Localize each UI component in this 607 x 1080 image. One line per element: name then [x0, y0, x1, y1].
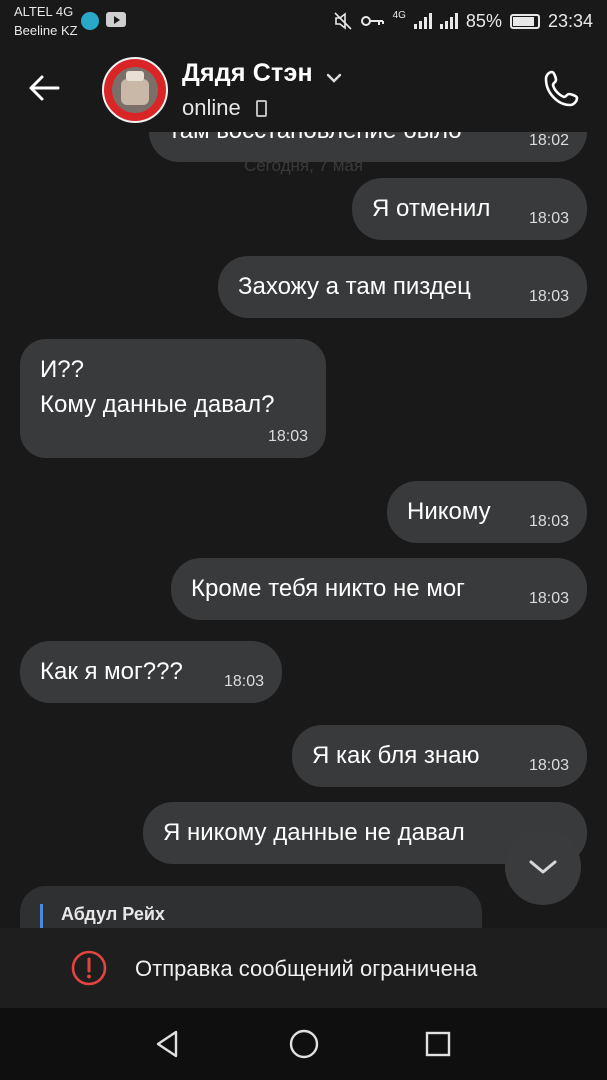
message-text: Кроме тебя никто не мог	[191, 575, 465, 602]
carrier-label-1: ALTEL 4G	[14, 4, 74, 19]
network-type-label: 4G	[392, 9, 406, 21]
message-time: 18:03	[267, 428, 308, 445]
message-text: Захожу а там пиздец	[238, 273, 471, 300]
message-bubble-in-partial[interactable]: Абдул Рейх	[20, 886, 482, 928]
reply-accent-bar	[40, 904, 43, 928]
message-bubble-out[interactable]: Я как бля знаю 18:03	[292, 725, 587, 787]
status-icons: 4G 85% 23:34	[333, 9, 593, 33]
warning-icon	[71, 950, 107, 986]
message-time: 18:03	[223, 673, 264, 690]
status-bar: ALTEL 4G Beeline KZ 4G 85% 23:34	[0, 0, 607, 44]
nav-home-icon[interactable]	[286, 1026, 322, 1062]
chevron-down-icon[interactable]	[325, 71, 343, 85]
contact-name[interactable]: Дядя Стэн	[182, 59, 313, 88]
message-bubble-out[interactable]: Захожу а там пиздец 18:03	[218, 256, 587, 318]
message-text: Как я мог???	[40, 658, 183, 685]
avatar[interactable]	[102, 57, 168, 123]
message-bubble-out[interactable]: Никому 18:03	[387, 481, 587, 543]
message-text: там восстановление было	[169, 132, 462, 144]
message-time: 18:03	[528, 590, 569, 607]
message-text: Никому	[407, 498, 491, 525]
avatar-image	[112, 67, 158, 113]
restriction-banner: Отправка сообщений ограничена	[0, 928, 607, 1008]
key-icon	[360, 16, 384, 26]
message-text: Я отменил	[372, 195, 491, 222]
back-arrow-icon[interactable]	[22, 66, 66, 110]
message-time: 18:03	[528, 288, 569, 305]
phone-call-icon[interactable]	[538, 65, 586, 113]
signal-icon	[413, 13, 432, 29]
message-bubble-in[interactable]: И?? Кому данные давал? 18:03	[20, 339, 326, 458]
restriction-text: Отправка сообщений ограничена	[135, 956, 478, 981]
mute-icon	[334, 12, 352, 30]
nav-recents-icon[interactable]	[420, 1026, 456, 1062]
message-text: Я как бля знаю	[312, 742, 480, 769]
nav-back-icon[interactable]	[150, 1026, 186, 1062]
carrier-label-2: Beeline KZ	[14, 23, 78, 38]
message-bubble-out[interactable]: Я отменил 18:03	[352, 178, 587, 240]
chat-header: Дядя Стэн online	[0, 44, 607, 132]
system-navigation-bar	[0, 1008, 607, 1080]
message-time: 18:03	[528, 513, 569, 530]
chevron-down-icon	[529, 860, 557, 874]
vpn-key-icon	[81, 12, 99, 30]
youtube-icon	[106, 12, 126, 27]
signal-icon-2	[439, 13, 458, 29]
clock: 23:34	[547, 10, 593, 31]
contact-status: online	[182, 95, 241, 120]
message-text-line: Кому данные давал?	[40, 391, 275, 418]
battery-percent: 85%	[465, 10, 502, 31]
chat-area[interactable]: Сегодня, 7 мая там восстановление было 1…	[0, 132, 607, 928]
reply-author: Абдул Рейх	[61, 904, 165, 924]
message-text-line: И??	[40, 356, 84, 383]
message-bubble-in[interactable]: Как я мог??? 18:03	[20, 641, 282, 703]
message-text: Я никому данные не давал	[163, 819, 465, 846]
message-bubble-out[interactable]: Кроме тебя никто не мог 18:03	[171, 558, 587, 620]
message-time: 18:03	[528, 757, 569, 774]
message-time: 18:03	[528, 210, 569, 227]
phone-device-icon	[256, 100, 267, 117]
battery-icon	[509, 13, 540, 29]
scroll-down-button[interactable]	[505, 829, 581, 905]
message-time: 18:02	[528, 132, 569, 149]
message-bubble-out[interactable]: там восстановление было 18:02	[149, 132, 587, 162]
